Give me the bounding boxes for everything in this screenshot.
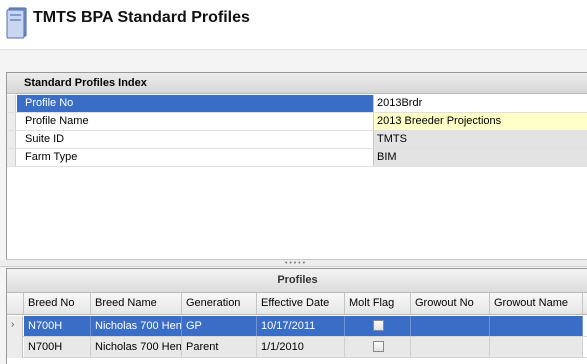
molt-flag-checkbox[interactable] <box>373 320 384 331</box>
property-row-profile-no[interactable]: Profile No 2013Brdr <box>7 95 587 113</box>
cell-effective-date[interactable]: 10/17/2011 <box>257 316 345 336</box>
cell-breed-name[interactable]: Nicholas 700 Hen <box>91 337 182 357</box>
profiles-group-title: Profiles <box>277 274 318 286</box>
row-selector[interactable]: › <box>7 316 23 337</box>
profile-no-field[interactable]: 2013Brdr <box>373 95 587 112</box>
cell-growout-no[interactable] <box>411 337 490 357</box>
property-label: Suite ID <box>17 131 373 148</box>
column-header-molt-flag[interactable]: Molt Flag <box>345 293 411 314</box>
suite-id-field: TMTS <box>373 131 587 148</box>
profile-book-icon <box>6 7 27 39</box>
standard-profiles-index-panel: Standard Profiles Index Profile No 2013B… <box>6 72 587 260</box>
property-row-farm-type[interactable]: Farm Type BIM <box>7 149 587 167</box>
cell-breed-name[interactable]: Nicholas 700 Hen <box>91 316 182 336</box>
cell-breed-no[interactable]: N700H <box>24 337 91 357</box>
row-selector-header <box>7 293 24 314</box>
property-label: Profile No <box>17 95 373 112</box>
property-label: Farm Type <box>17 149 373 166</box>
column-header-breed-name[interactable]: Breed Name <box>91 293 182 314</box>
property-row-profile-name[interactable]: Profile Name 2013 Breeder Projections <box>7 113 587 131</box>
cell-growout-name[interactable] <box>490 337 583 357</box>
column-header-growout-name[interactable]: Growout Name <box>490 293 583 314</box>
property-row-suite-id[interactable]: Suite ID TMTS <box>7 131 587 149</box>
profiles-grid: Profiles Breed No Breed Name Generation … <box>6 268 587 364</box>
cell-generation[interactable]: GP <box>182 316 257 336</box>
cell-growout-name[interactable] <box>490 316 583 336</box>
profiles-group-header: Profiles <box>7 269 587 293</box>
column-header-effective-date[interactable]: Effective Date <box>257 293 345 314</box>
property-label: Profile Name <box>17 113 373 130</box>
table-row[interactable]: N700H Nicholas 700 Hen Parent 1/1/2010 <box>7 337 587 358</box>
profile-name-field[interactable]: 2013 Breeder Projections <box>373 113 587 130</box>
current-row-indicator-icon: › <box>11 319 15 330</box>
cell-molt-flag[interactable] <box>345 337 411 357</box>
column-header-breed-no[interactable]: Breed No <box>24 293 91 314</box>
column-header-generation[interactable]: Generation <box>182 293 257 314</box>
table-row[interactable]: › N700H Nicholas 700 Hen GP 10/17/2011 <box>7 316 587 337</box>
index-heading: Standard Profiles Index <box>24 77 147 89</box>
farm-type-field: BIM <box>373 149 587 166</box>
molt-flag-checkbox[interactable] <box>373 341 384 352</box>
panel-splitter[interactable]: • • • • • <box>0 260 587 267</box>
splitter-grip-icon[interactable]: • • • • • <box>285 260 305 267</box>
cell-molt-flag[interactable] <box>345 316 411 336</box>
cell-generation[interactable]: Parent <box>182 337 257 357</box>
page-title: TMTS BPA Standard Profiles <box>33 9 250 26</box>
cell-effective-date[interactable]: 1/1/2010 <box>257 337 345 357</box>
index-header: Standard Profiles Index <box>7 73 587 94</box>
cell-growout-no[interactable] <box>411 316 490 336</box>
column-header-row: Breed No Breed Name Generation Effective… <box>7 293 587 315</box>
page-header: TMTS BPA Standard Profiles <box>0 0 587 50</box>
column-header-growout-no[interactable]: Growout No <box>411 293 490 314</box>
cell-breed-no[interactable]: N700H <box>24 316 91 336</box>
row-selector[interactable] <box>7 337 23 358</box>
